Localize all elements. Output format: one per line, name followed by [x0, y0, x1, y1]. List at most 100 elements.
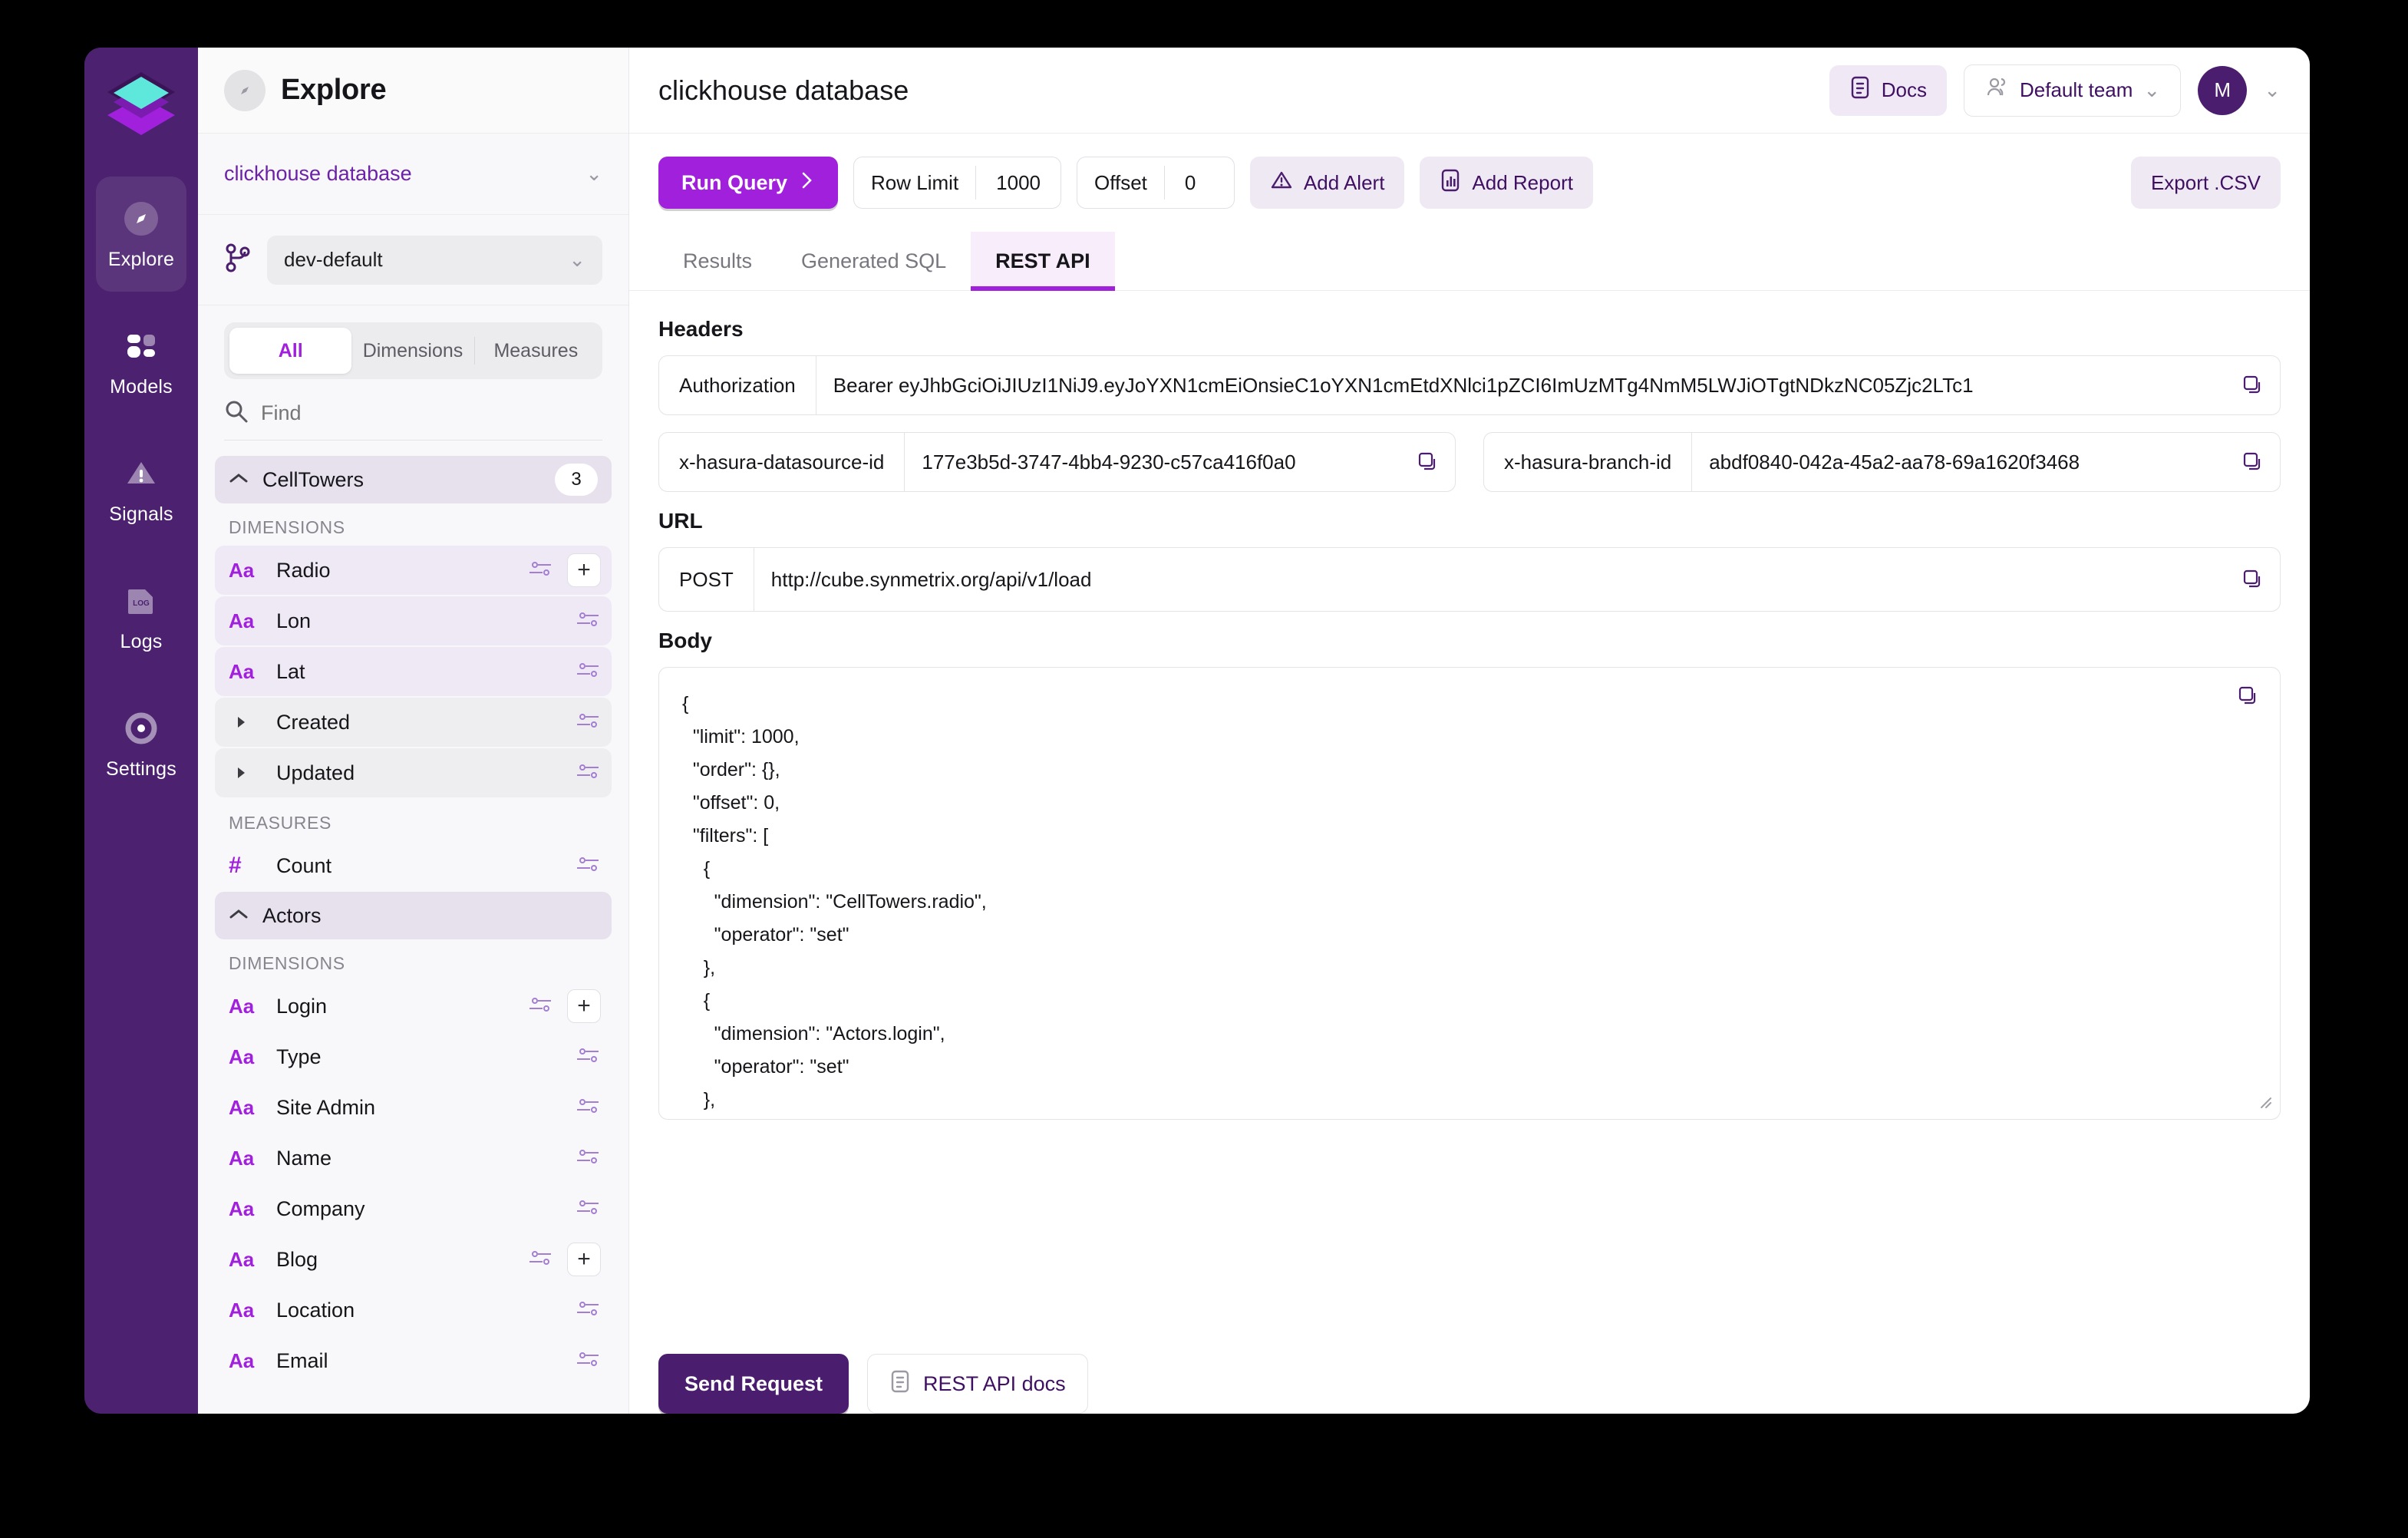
row-limit-value[interactable]: 1000 — [976, 171, 1061, 195]
field-row[interactable]: Aa Lon — [215, 596, 612, 645]
copy-icon[interactable] — [2237, 685, 2260, 711]
filter-icon[interactable] — [575, 609, 601, 633]
filter-icon[interactable] — [527, 1248, 553, 1272]
header-value: 177e3b5d-3747-4bb4-9230-c57ca416f0a0 — [922, 450, 1296, 474]
field-row[interactable]: Updated — [215, 748, 612, 797]
send-request-button[interactable]: Send Request — [658, 1354, 849, 1414]
docs-button[interactable]: Docs — [1829, 64, 1947, 116]
chevron-down-icon: ⌄ — [586, 162, 602, 185]
header-authorization[interactable]: Authorization Bearer eyJhbGciOiJIUzI1NiJ… — [658, 355, 2281, 415]
svg-text:LOG: LOG — [133, 599, 150, 608]
field-row[interactable]: Aa Lat — [215, 647, 612, 696]
avatar[interactable]: M — [2198, 65, 2248, 115]
export-csv-button[interactable]: Export .CSV — [2130, 157, 2281, 209]
filter-icon[interactable] — [575, 1197, 601, 1221]
copy-icon[interactable] — [1417, 451, 1455, 474]
tab-generated-sql[interactable]: Generated SQL — [777, 232, 971, 290]
row-limit-field[interactable]: Row Limit 1000 — [853, 157, 1062, 209]
tab-results[interactable]: Results — [658, 232, 777, 290]
plus-icon[interactable]: + — [567, 989, 601, 1023]
search-input[interactable] — [261, 401, 602, 425]
segment-all[interactable]: All — [229, 328, 352, 374]
compass-icon — [224, 69, 266, 111]
add-report-button[interactable]: Add Report — [1420, 157, 1593, 209]
app-window: Explore Models Signals LOG Logs Settings… — [84, 48, 2310, 1414]
page-title: Explore — [281, 74, 387, 106]
url-value: http://cube.synmetrix.org/api/v1/load — [770, 567, 1092, 591]
chevron-up-icon — [229, 472, 249, 488]
filter-icon[interactable] — [527, 559, 553, 583]
offset-field[interactable]: Offset 0 — [1077, 157, 1235, 209]
header-key: x-hasura-branch-id — [1504, 450, 1672, 474]
filter-icon[interactable] — [575, 660, 601, 684]
field-row[interactable]: Aa Site Admin — [215, 1083, 612, 1132]
resize-handle-icon[interactable] — [2255, 1092, 2274, 1114]
string-type-icon: Aa — [229, 609, 255, 632]
run-query-button[interactable]: Run Query — [658, 157, 839, 209]
log-file-icon: LOG — [120, 580, 162, 622]
string-type-icon: Aa — [229, 994, 255, 1018]
rest-api-docs-button[interactable]: REST API docs — [867, 1354, 1088, 1414]
filter-icon[interactable] — [575, 1096, 601, 1120]
sidebar-item-settings[interactable]: Settings — [96, 686, 186, 801]
copy-icon[interactable] — [2241, 451, 2280, 474]
add-alert-button[interactable]: Add Alert — [1249, 157, 1405, 209]
sidebar-item-explore[interactable]: Explore — [96, 177, 186, 292]
plus-icon[interactable]: + — [567, 1243, 601, 1276]
branch-select[interactable]: dev-default ⌄ — [267, 235, 602, 285]
sidebar-item-models[interactable]: Models — [96, 304, 186, 419]
filter-icon[interactable] — [575, 711, 601, 734]
field-name: Company — [276, 1196, 365, 1220]
field-row[interactable]: Aa Email — [215, 1336, 612, 1385]
plus-icon[interactable]: + — [567, 553, 601, 587]
add-report-label: Add Report — [1472, 170, 1573, 194]
header-datasource-id[interactable]: x-hasura-datasource-id 177e3b5d-3747-4bb… — [658, 432, 1456, 492]
copy-icon[interactable] — [2241, 568, 2280, 591]
field-row[interactable]: # Count — [215, 841, 612, 890]
datasource-selector[interactable]: clickhouse database ⌄ — [198, 134, 628, 215]
field-row[interactable]: Aa Name — [215, 1134, 612, 1183]
cube-header-actors[interactable]: Actors — [215, 892, 612, 939]
filter-icon[interactable] — [575, 1299, 601, 1322]
field-row[interactable]: Aa Type — [215, 1032, 612, 1081]
filter-icon[interactable] — [527, 995, 553, 1018]
cube-header-celltowers[interactable]: CellTowers 3 — [215, 456, 612, 503]
field-row[interactable]: Created — [215, 698, 612, 747]
filter-icon[interactable] — [575, 761, 601, 785]
group-label-dimensions: DIMENSIONS — [229, 517, 345, 537]
sidebar-item-logs[interactable]: LOG Logs — [96, 559, 186, 674]
branch-row: dev-default ⌄ — [198, 215, 628, 305]
sidebar-item-signals[interactable]: Signals — [96, 431, 186, 546]
branch-icon — [224, 243, 252, 277]
filter-icon[interactable] — [575, 1349, 601, 1373]
string-type-icon: Aa — [229, 1146, 255, 1170]
field-list: CellTowers 3 DIMENSIONS Aa Radio + Aa Lo… — [198, 441, 628, 1414]
filter-icon[interactable] — [575, 1147, 601, 1170]
tab-rest-api[interactable]: REST API — [971, 232, 1115, 291]
string-type-icon: Aa — [229, 1196, 255, 1220]
header-value: abdf0840-042a-45a2-aa78-69a1620f3468 — [1709, 450, 2080, 474]
field-row[interactable]: Aa Company — [215, 1184, 612, 1233]
chevron-right-icon — [800, 170, 815, 196]
header-key: x-hasura-datasource-id — [679, 450, 885, 474]
body-editor[interactable]: { "limit": 1000, "order": {}, "offset": … — [658, 667, 2281, 1120]
url-label: URL — [658, 509, 703, 533]
body-label: Body — [658, 629, 712, 652]
field-row[interactable]: Aa Login + — [215, 982, 612, 1031]
chevron-down-icon[interactable]: ⌄ — [2264, 78, 2281, 102]
chevron-right-icon — [229, 765, 262, 781]
segment-measures[interactable]: Measures — [475, 328, 597, 374]
filter-icon[interactable] — [575, 854, 601, 878]
team-selector[interactable]: Default team ⌄ — [1964, 64, 2182, 117]
offset-value[interactable]: 0 — [1165, 171, 1234, 195]
segment-dimensions[interactable]: Dimensions — [351, 328, 473, 374]
copy-icon[interactable] — [2241, 374, 2280, 397]
filter-icon[interactable] — [575, 1045, 601, 1069]
url-field[interactable]: POST http://cube.synmetrix.org/api/v1/lo… — [658, 547, 2281, 612]
desktop-background: Explore Models Signals LOG Logs Settings… — [0, 0, 2408, 1538]
field-row[interactable]: Aa Location — [215, 1286, 612, 1335]
field-row[interactable]: Aa Blog + — [215, 1235, 612, 1284]
field-row[interactable]: Aa Radio + — [215, 546, 612, 595]
bar-chart-icon — [1440, 168, 1461, 198]
header-branch-id[interactable]: x-hasura-branch-id abdf0840-042a-45a2-aa… — [1483, 432, 2281, 492]
